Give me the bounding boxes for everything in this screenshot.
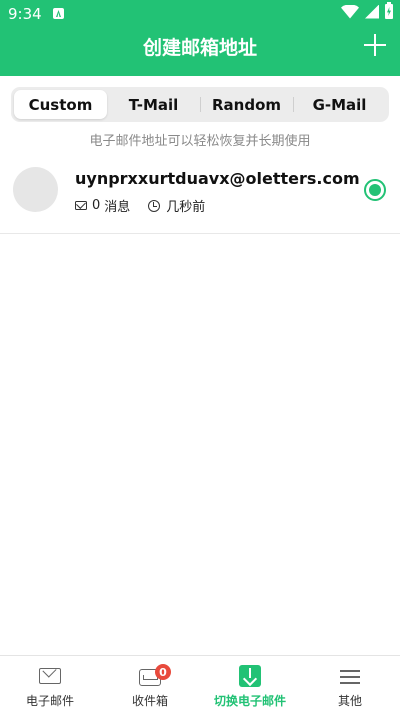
hint-text: 电子邮件地址可以轻松恢复并长期使用 — [89, 134, 311, 149]
email-meta: 0 消息 几秒前 — [75, 196, 205, 215]
message-unit: 消息 — [104, 200, 131, 215]
nav-other[interactable]: 其他 — [300, 656, 400, 712]
battery-icon — [385, 2, 393, 19]
tab-random[interactable]: Random — [200, 90, 293, 119]
switch-email-icon — [239, 665, 261, 687]
status-bar: 9:34 — [0, 0, 400, 28]
status-time: 9:34 — [8, 5, 42, 23]
notification-icon — [53, 8, 64, 19]
clock-icon — [148, 199, 161, 212]
page-title: 创建邮箱地址 — [142, 37, 257, 59]
app-bar: 9:34 创建邮箱地址 — [0, 0, 400, 76]
time-ago: 几秒前 — [166, 200, 206, 215]
bottom-nav: 电子邮件 0 收件箱 切换电子邮件 其他 — [0, 655, 400, 712]
message-count: 0 — [92, 198, 101, 213]
nav-inbox[interactable]: 0 收件箱 — [100, 656, 200, 712]
wifi-icon — [341, 4, 359, 19]
menu-icon — [340, 670, 360, 684]
nav-email[interactable]: 电子邮件 — [0, 656, 100, 712]
selected-radio[interactable] — [364, 179, 386, 201]
tab-t-mail[interactable]: T-Mail — [107, 90, 200, 119]
nav-inbox-label: 收件箱 — [131, 694, 168, 708]
tab-g-mail[interactable]: G-Mail — [293, 90, 386, 119]
email-address: uynprxxurtduavx@oletters.com — [75, 169, 360, 188]
mail-icon — [39, 668, 61, 684]
email-list-item[interactable]: uynprxxurtduavx@oletters.com 0 消息 几秒前 — [0, 150, 400, 234]
nav-switch-email[interactable]: 切换电子邮件 — [200, 656, 300, 712]
signal-icon — [365, 4, 379, 19]
mail-icon — [75, 201, 87, 210]
nav-other-label: 其他 — [337, 694, 362, 708]
add-icon[interactable] — [364, 34, 386, 56]
nav-email-label: 电子邮件 — [25, 694, 74, 708]
avatar — [13, 167, 58, 212]
tab-custom[interactable]: Custom — [14, 90, 107, 119]
inbox-badge: 0 — [155, 664, 171, 680]
tab-bar: Custom T-Mail Random G-Mail — [11, 87, 389, 122]
nav-switch-email-label: 切换电子邮件 — [213, 694, 286, 708]
status-icons — [341, 2, 393, 19]
